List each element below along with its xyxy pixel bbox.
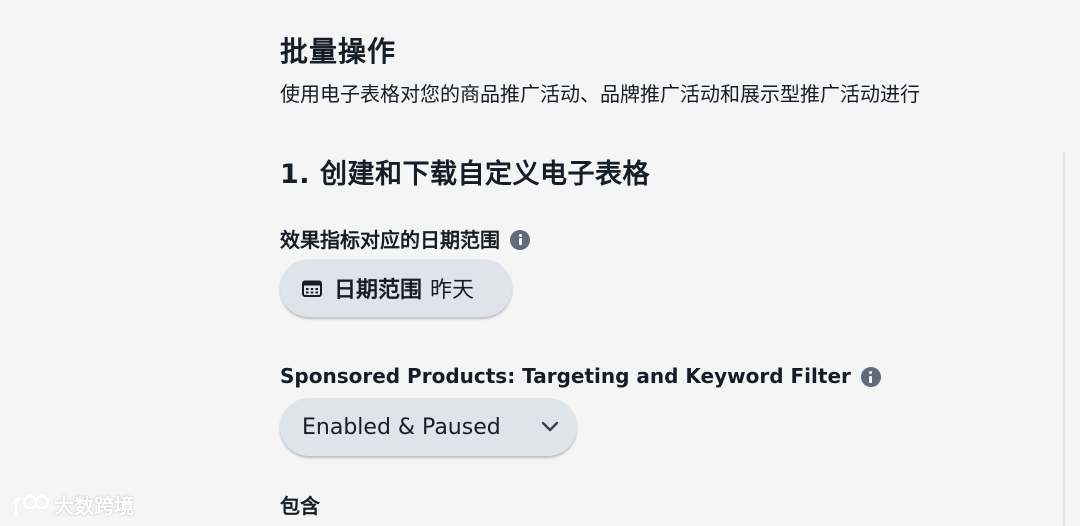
vertical-divider xyxy=(1063,152,1065,526)
date-range-label: 效果指标对应的日期范围 xyxy=(280,224,530,253)
filter-label: Sponsored Products: Targeting and Keywor… xyxy=(280,364,881,388)
targeting-filter-value: Enabled & Paused xyxy=(302,414,501,440)
info-icon[interactable] xyxy=(510,229,530,250)
include-label-text: 包含 xyxy=(280,494,320,518)
section-title: 1. 创建和下载自定义电子表格 xyxy=(280,159,650,190)
include-label: 包含 xyxy=(280,490,320,519)
calendar-icon xyxy=(302,280,322,297)
watermark-logo-icon xyxy=(11,494,50,515)
date-range-button[interactable]: 日期范围 昨天 xyxy=(280,259,512,317)
filter-label-text: Sponsored Products: Targeting and Keywor… xyxy=(280,364,851,388)
page-title: 批量操作 xyxy=(280,35,397,68)
watermark: 大数跨境 xyxy=(10,490,134,519)
date-range-button-label: 日期范围 xyxy=(334,278,423,303)
date-range-value: 昨天 xyxy=(430,278,475,303)
watermark-text: 大数跨境 xyxy=(54,494,134,518)
date-range-label-text: 效果指标对应的日期范围 xyxy=(280,228,500,252)
page-description: 使用电子表格对您的商品推广活动、品牌推广活动和展示型推广活动进行 xyxy=(280,82,920,106)
chevron-down-icon xyxy=(541,421,559,432)
targeting-filter-select[interactable]: Enabled & Paused xyxy=(280,398,577,456)
info-icon[interactable] xyxy=(860,367,881,387)
